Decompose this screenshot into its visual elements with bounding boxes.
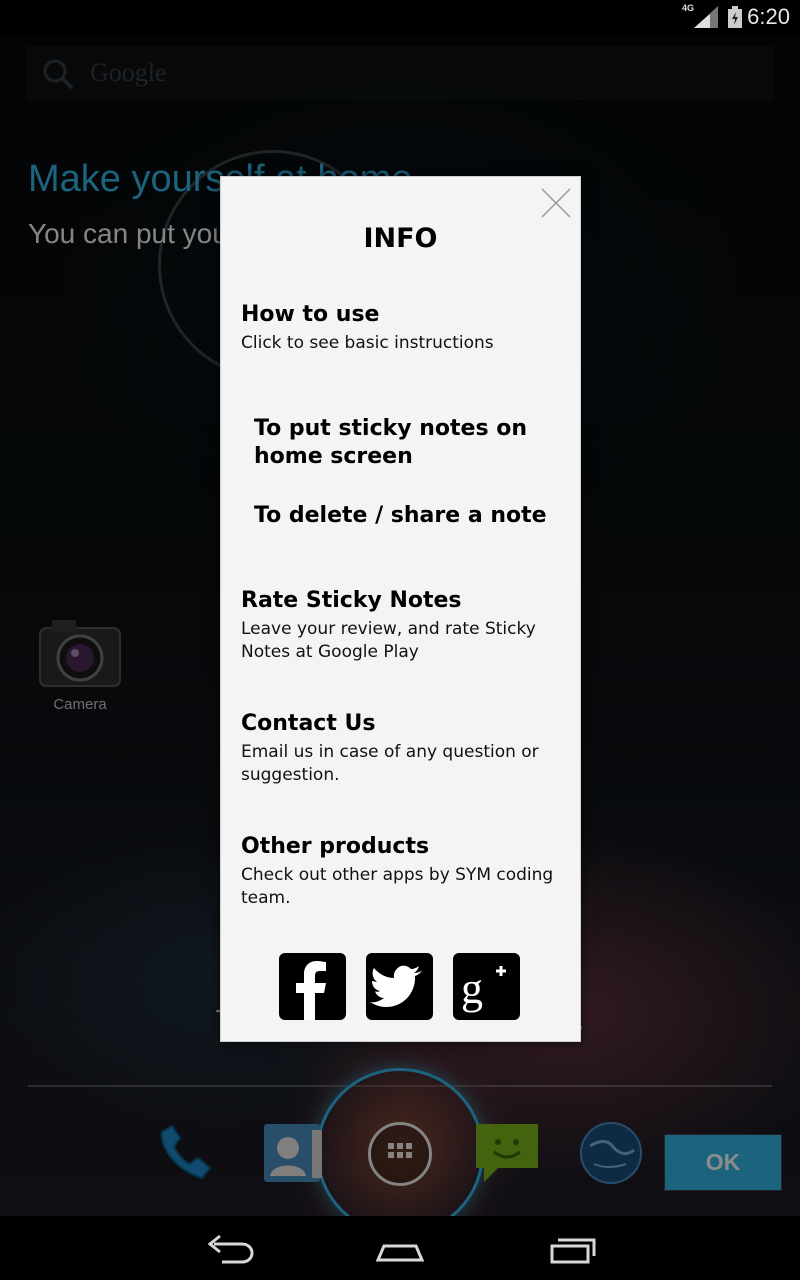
rate-title: Rate Sticky Notes bbox=[241, 588, 462, 613]
google-plus-button[interactable]: g bbox=[453, 953, 520, 1020]
signal-icon bbox=[694, 6, 718, 28]
svg-text:g: g bbox=[461, 964, 483, 1013]
rate-sticky-notes-item[interactable]: Rate Sticky Notes Leave your review, and… bbox=[241, 587, 571, 664]
other-products-item[interactable]: Other products Check out other apps by S… bbox=[241, 833, 571, 910]
contact-title: Contact Us bbox=[241, 711, 376, 736]
facebook-icon bbox=[296, 961, 326, 1020]
home-icon[interactable] bbox=[374, 1230, 426, 1266]
twitter-button[interactable] bbox=[366, 953, 433, 1020]
how-to-use-item[interactable]: How to use Click to see basic instructio… bbox=[241, 301, 571, 355]
dialog-title: INFO bbox=[363, 223, 438, 254]
google-plus-icon: g bbox=[461, 964, 506, 1013]
twitter-icon bbox=[370, 965, 422, 1007]
clock: 6:20 bbox=[747, 4, 790, 29]
back-icon[interactable] bbox=[204, 1230, 256, 1266]
delete-share-note-item[interactable]: To delete / share a note bbox=[254, 502, 554, 530]
other-desc: Check out other apps by SYM coding team. bbox=[241, 865, 554, 908]
close-icon[interactable] bbox=[540, 187, 572, 219]
contact-us-item[interactable]: Contact Us Email us in case of any quest… bbox=[241, 710, 571, 787]
info-dialog: INFO How to use Click to see basic instr… bbox=[220, 176, 581, 1042]
facebook-button[interactable] bbox=[279, 953, 346, 1020]
network-type-label: 4G bbox=[681, 3, 694, 13]
how-to-use-desc: Click to see basic instructions bbox=[241, 333, 494, 353]
other-title: Other products bbox=[241, 834, 430, 859]
navigation-bar bbox=[0, 1216, 800, 1280]
sticky-notes-home-screen-item[interactable]: To put sticky notes on home screen bbox=[254, 415, 554, 471]
recents-icon[interactable] bbox=[546, 1230, 598, 1266]
status-bar: 4G 6:20 bbox=[0, 0, 800, 34]
battery-icon bbox=[728, 6, 742, 28]
how-to-use-title: How to use bbox=[241, 302, 380, 327]
contact-desc: Email us in case of any question or sugg… bbox=[241, 742, 539, 785]
rate-desc: Leave your review, and rate Sticky Notes… bbox=[241, 619, 536, 662]
